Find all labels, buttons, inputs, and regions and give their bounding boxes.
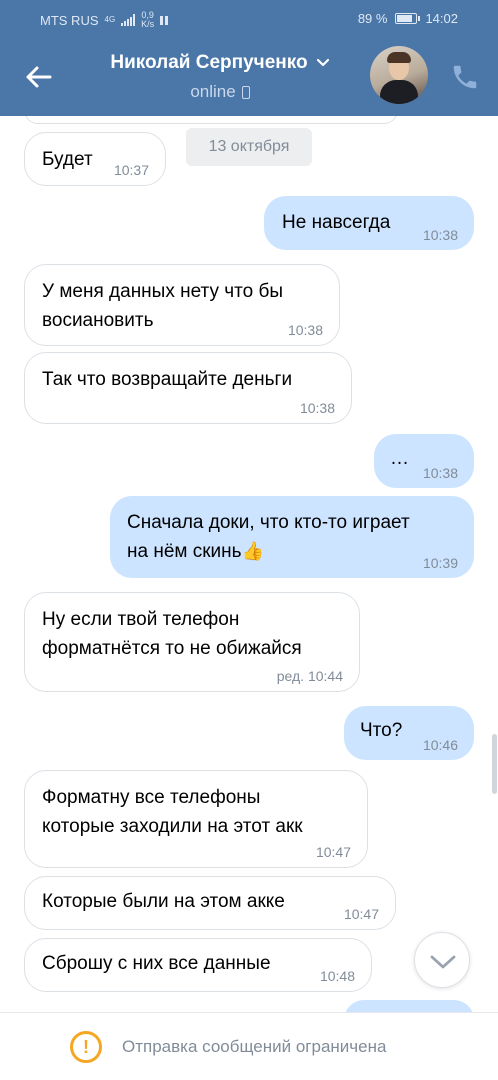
message-time: ред. 10:44 xyxy=(276,668,343,684)
avatar[interactable] xyxy=(370,46,428,104)
signal-icon xyxy=(121,14,136,26)
message-text: Так что возвращайте деньги xyxy=(42,369,293,390)
message-text: Форматну все телефоны которые заходили н… xyxy=(42,787,303,837)
message-outgoing[interactable]: Не навсегда 10:38 xyxy=(264,196,474,250)
phone-icon xyxy=(453,65,477,89)
message-time: 10:38 xyxy=(299,400,335,416)
carrier-label: MTS RUS xyxy=(40,12,99,28)
battery-percent: 89 % xyxy=(357,11,388,26)
message-time: 10:48 xyxy=(319,968,355,984)
message-incoming[interactable]: Которые были на этом акке 10:47 xyxy=(24,876,396,930)
scrollbar[interactable] xyxy=(492,734,497,794)
contact-info[interactable]: Николай Серпученко online xyxy=(90,52,350,102)
thumbs-up-emoji: 👍 xyxy=(241,541,264,561)
restriction-notice: Отправка сообщений ограничена xyxy=(122,1037,387,1056)
message-text: Которые были на этом акке xyxy=(42,891,285,912)
status-right: 89 % 14:02 xyxy=(358,11,458,26)
status-bar: MTS RUS 4G 0,9 K/s 89 % 14:02 xyxy=(0,0,498,38)
back-arrow-icon xyxy=(26,66,52,88)
clock: 14:02 xyxy=(425,11,458,26)
status-left: MTS RUS 4G 0,9 K/s xyxy=(40,11,169,29)
avatar-hair xyxy=(387,52,411,63)
message-outgoing[interactable]: Что? 10:46 xyxy=(344,706,474,760)
mobile-icon xyxy=(241,85,250,99)
message-text: У меня данных нету что бы восиановить xyxy=(42,281,284,331)
message-text: Сброшу с них все данные xyxy=(42,953,271,974)
contact-title[interactable]: Николай Серпученко xyxy=(110,52,329,74)
message-time: 10:46 xyxy=(422,737,458,753)
pause-icon xyxy=(160,15,169,25)
date-separator: 13 октября xyxy=(186,128,312,166)
chevron-down-icon xyxy=(316,58,329,67)
message-time: 10:38 xyxy=(287,322,323,338)
status-text: online xyxy=(190,82,236,101)
chat-header: Николай Серпученко online xyxy=(0,38,498,116)
network-speed: 0,9 K/s xyxy=(141,11,154,29)
message-incoming[interactable]: У меня данных нету что бы восиановить 10… xyxy=(24,264,340,346)
message-list[interactable]: 13 октября Будет 10:37 Не навсегда 10:38… xyxy=(0,116,498,1012)
message-text: Что? xyxy=(360,720,403,741)
battery-fill xyxy=(397,15,413,22)
scroll-down-button[interactable] xyxy=(414,932,470,988)
message-incoming[interactable]: Будет 10:37 xyxy=(24,132,166,186)
message-partial xyxy=(24,116,398,124)
message-incoming[interactable]: Форматну все телефоны которые заходили н… xyxy=(24,770,368,868)
chevron-down-icon xyxy=(430,955,456,969)
restriction-footer: ! Отправка сообщений ограничена xyxy=(0,1012,498,1080)
message-outgoing[interactable]: … 10:38 xyxy=(374,434,474,488)
message-text-body: Сначала доки, что кто-то играет на нём с… xyxy=(127,512,410,562)
message-text: Ну если твой телефон форматнётся то не о… xyxy=(42,609,302,659)
message-outgoing-partial xyxy=(344,1000,474,1012)
message-time: 10:38 xyxy=(422,227,458,243)
call-button[interactable] xyxy=(450,62,480,92)
speed-unit: K/s xyxy=(141,19,155,29)
back-button[interactable] xyxy=(22,60,56,94)
message-time: 10:47 xyxy=(315,844,351,860)
message-outgoing[interactable]: Сначала доки, что кто-то играет на нём с… xyxy=(110,496,474,578)
warning-icon: ! xyxy=(70,1031,102,1063)
message-time: 10:38 xyxy=(422,465,458,481)
message-text: … xyxy=(390,448,409,469)
message-text: Сначала доки, что кто-то играет на нём с… xyxy=(127,508,410,566)
message-text: Не навсегда xyxy=(282,212,391,233)
message-text: Будет xyxy=(42,149,93,170)
battery-icon xyxy=(395,13,421,24)
avatar-body xyxy=(380,80,418,104)
message-incoming[interactable]: Так что возвращайте деньги 10:38 xyxy=(24,352,352,424)
contact-status: online xyxy=(190,82,250,102)
message-incoming[interactable]: Ну если твой телефон форматнётся то не о… xyxy=(24,592,360,692)
network-label: 4G xyxy=(104,15,116,24)
message-time: 10:37 xyxy=(113,162,149,178)
contact-name: Николай Серпученко xyxy=(110,52,308,73)
message-incoming[interactable]: Сброшу с них все данные 10:48 xyxy=(24,938,372,992)
message-time: 10:39 xyxy=(422,555,458,571)
message-time: 10:47 xyxy=(343,906,379,922)
